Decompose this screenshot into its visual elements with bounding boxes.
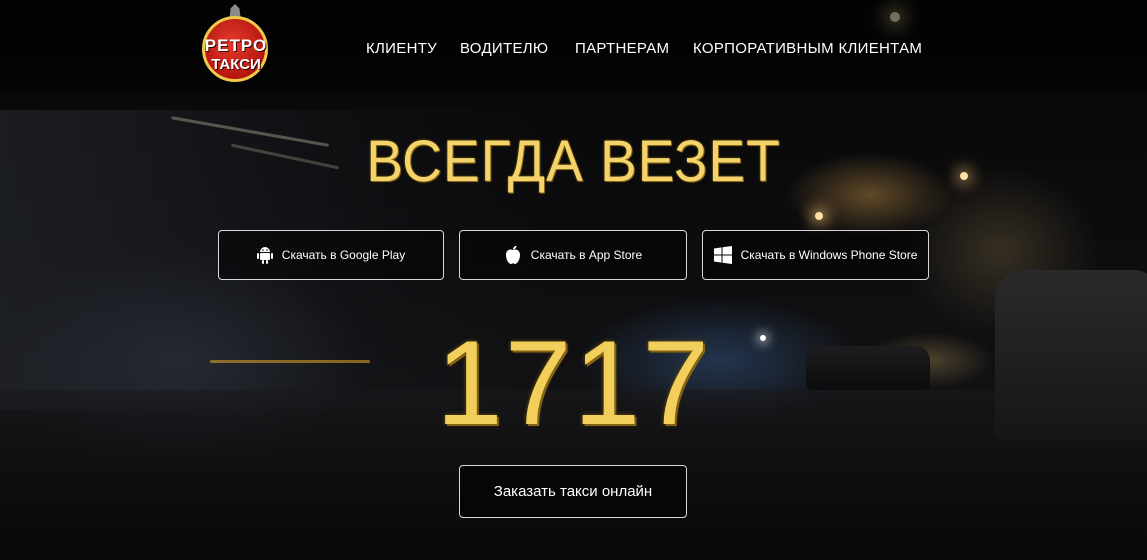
hero-headline: ВСЕГДА ВЕЗЕТ — [366, 129, 781, 194]
windows-icon — [713, 246, 732, 264]
street-lamp — [815, 212, 823, 220]
header-bar: РЕТРО ТАКСИ КЛИЕНТУ ВОДИТЕЛЮ ПАРТНЕРАМ К… — [0, 0, 1147, 92]
nav-item-clients[interactable]: КЛИЕНТУ — [366, 40, 437, 57]
nav-item-drivers[interactable]: ВОДИТЕЛЮ — [460, 40, 548, 57]
app-store-label: Скачать в App Store — [530, 248, 643, 262]
app-store-buttons: Скачать в Google Play Скачать в App Stor… — [0, 230, 1147, 282]
windows-phone-store-label: Скачать в Windows Phone Store — [740, 248, 918, 262]
apple-icon — [505, 245, 520, 264]
android-icon — [256, 247, 273, 264]
google-play-button[interactable]: Скачать в Google Play — [218, 230, 444, 280]
main-nav: КЛИЕНТУ ВОДИТЕЛЮ ПАРТНЕРАМ КОРПОРАТИВНЫМ… — [0, 40, 1147, 60]
windows-phone-store-button[interactable]: Скачать в Windows Phone Store — [702, 230, 929, 280]
order-taxi-online-button[interactable]: Заказать такси онлайн — [459, 465, 687, 518]
phone-number[interactable]: 1717 — [0, 318, 1147, 448]
nav-item-partners[interactable]: ПАРТНЕРАМ — [575, 40, 669, 57]
google-play-label: Скачать в Google Play — [281, 248, 406, 262]
app-store-button[interactable]: Скачать в App Store — [459, 230, 687, 280]
nav-item-corporate[interactable]: КОРПОРАТИВНЫМ КЛИЕНТАМ — [693, 40, 922, 57]
